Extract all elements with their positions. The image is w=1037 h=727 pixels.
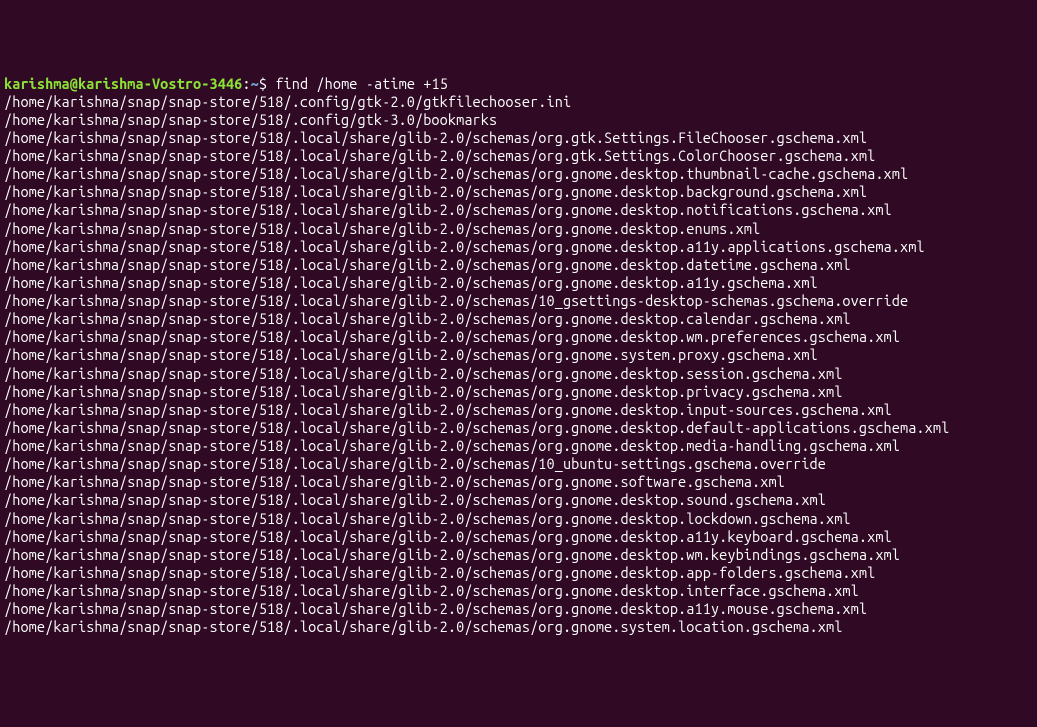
output-line: /home/karishma/snap/snap-store/518/.loca… [4, 346, 1033, 364]
output-line: /home/karishma/snap/snap-store/518/.loca… [4, 455, 1033, 473]
output-line: /home/karishma/snap/snap-store/518/.loca… [4, 310, 1033, 328]
output-line: /home/karishma/snap/snap-store/518/.loca… [4, 165, 1033, 183]
output-line: /home/karishma/snap/snap-store/518/.loca… [4, 147, 1033, 165]
output-line: /home/karishma/snap/snap-store/518/.conf… [4, 93, 1033, 111]
output-line: /home/karishma/snap/snap-store/518/.loca… [4, 328, 1033, 346]
command-input[interactable]: find /home -atime +15 [275, 75, 448, 92]
output-line: /home/karishma/snap/snap-store/518/.loca… [4, 437, 1033, 455]
prompt-path: ~ [251, 75, 259, 92]
output-line: /home/karishma/snap/snap-store/518/.loca… [4, 582, 1033, 600]
output-line: /home/karishma/snap/snap-store/518/.loca… [4, 473, 1033, 491]
prompt-separator: : [242, 75, 250, 92]
output-line: /home/karishma/snap/snap-store/518/.loca… [4, 564, 1033, 582]
output-line: /home/karishma/snap/snap-store/518/.loca… [4, 401, 1033, 419]
output-line: /home/karishma/snap/snap-store/518/.loca… [4, 383, 1033, 401]
output-line: /home/karishma/snap/snap-store/518/.loca… [4, 129, 1033, 147]
output-line: /home/karishma/snap/snap-store/518/.loca… [4, 600, 1033, 618]
terminal-window[interactable]: karishma@karishma-Vostro-3446:~$ find /h… [4, 75, 1033, 637]
output-line: /home/karishma/snap/snap-store/518/.loca… [4, 256, 1033, 274]
output-line: /home/karishma/snap/snap-store/518/.loca… [4, 419, 1033, 437]
output-line: /home/karishma/snap/snap-store/518/.loca… [4, 220, 1033, 238]
prompt-dollar: $ [259, 75, 275, 92]
output-line: /home/karishma/snap/snap-store/518/.conf… [4, 111, 1033, 129]
output-line: /home/karishma/snap/snap-store/518/.loca… [4, 183, 1033, 201]
output-line: /home/karishma/snap/snap-store/518/.loca… [4, 491, 1033, 509]
output-line: /home/karishma/snap/snap-store/518/.loca… [4, 201, 1033, 219]
output-line: /home/karishma/snap/snap-store/518/.loca… [4, 365, 1033, 383]
output-line: /home/karishma/snap/snap-store/518/.loca… [4, 528, 1033, 546]
output-line: /home/karishma/snap/snap-store/518/.loca… [4, 618, 1033, 636]
output-line: /home/karishma/snap/snap-store/518/.loca… [4, 238, 1033, 256]
output-line: /home/karishma/snap/snap-store/518/.loca… [4, 274, 1033, 292]
output-line: /home/karishma/snap/snap-store/518/.loca… [4, 510, 1033, 528]
prompt-user-host: karishma@karishma-Vostro-3446 [4, 75, 242, 92]
output-line: /home/karishma/snap/snap-store/518/.loca… [4, 292, 1033, 310]
output-line: /home/karishma/snap/snap-store/518/.loca… [4, 546, 1033, 564]
